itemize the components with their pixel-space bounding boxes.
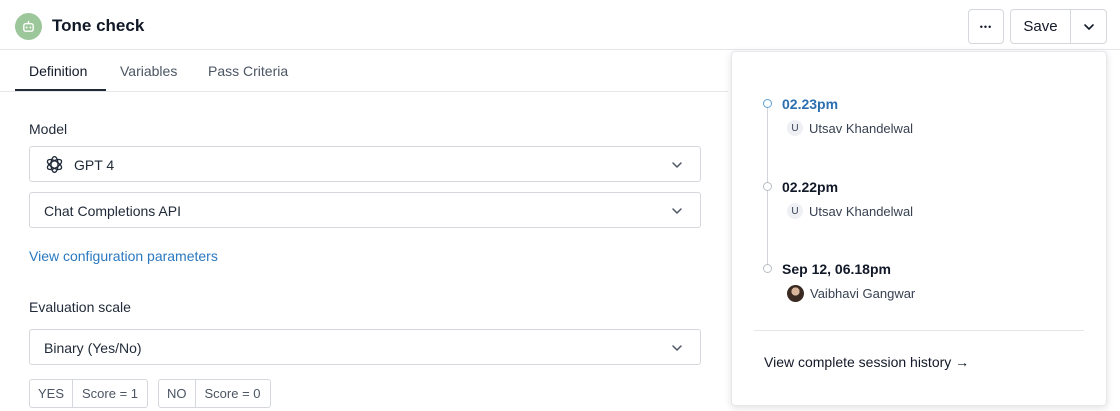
more-icon: •••: [979, 21, 993, 32]
save-button[interactable]: Save: [1011, 10, 1071, 43]
tab-pass-criteria[interactable]: Pass Criteria: [208, 63, 288, 79]
top-bar: Tone check ••• Save: [0, 0, 1120, 50]
session-history-popover: 02.23pm U Utsav Khandelwal 02.22pm U Uts…: [731, 51, 1107, 406]
timeline-dot: [763, 264, 772, 273]
avatar: [787, 285, 804, 302]
page-title: Tone check: [52, 16, 145, 35]
chevron-down-icon: [672, 208, 682, 214]
save-options-dropdown[interactable]: [1071, 10, 1106, 43]
chip-key: YES: [30, 380, 74, 407]
tab-definition[interactable]: Definition: [29, 63, 87, 79]
robot-icon: [15, 13, 42, 40]
chip-value: Score = 1: [82, 386, 139, 401]
more-options-button[interactable]: •••: [968, 9, 1004, 44]
history-entry-user: Vaibhavi Gangwar: [787, 285, 915, 302]
user-name: Vaibhavi Gangwar: [810, 286, 916, 301]
user-name: Utsav Khandelwal: [809, 120, 914, 136]
evaluation-scale-select[interactable]: Binary (Yes/No): [29, 329, 701, 365]
score-chip-no: NO Score = 0: [158, 379, 271, 408]
divider: [754, 330, 1084, 331]
tab-variables[interactable]: Variables: [120, 63, 177, 79]
chip-key: NO: [159, 380, 196, 407]
model-label: Model: [29, 121, 68, 137]
history-entry-time[interactable]: 02.23pm: [782, 96, 838, 112]
openai-icon: [46, 155, 63, 174]
active-tab-indicator: [15, 89, 106, 91]
score-chip-yes: YES Score = 1: [29, 379, 149, 408]
model-value: GPT 4: [74, 157, 115, 173]
timeline-dot: [763, 99, 772, 108]
api-select[interactable]: Chat Completions API: [29, 192, 701, 228]
view-session-history-link[interactable]: View complete session history →: [764, 354, 969, 370]
model-select[interactable]: GPT 4: [29, 146, 701, 182]
save-button-group: Save: [1010, 9, 1107, 44]
history-entry-user: U Utsav Khandelwal: [787, 120, 913, 136]
chevron-down-icon: [1083, 23, 1094, 30]
tab-bar: Definition Variables Pass Criteria: [0, 50, 728, 92]
evaluation-scale-value: Binary (Yes/No): [44, 340, 142, 356]
avatar: U: [787, 203, 803, 219]
evaluation-scale-label: Evaluation scale: [29, 299, 131, 315]
chevron-down-icon: [672, 162, 682, 168]
timeline-dot: [763, 182, 772, 191]
history-entry-time[interactable]: Sep 12, 06.18pm: [782, 261, 891, 277]
view-configuration-link[interactable]: View configuration parameters: [29, 248, 218, 264]
history-entry-time[interactable]: 02.22pm: [782, 179, 838, 195]
api-value: Chat Completions API: [44, 203, 181, 219]
chevron-down-icon: [672, 345, 682, 351]
history-entry-user: U Utsav Khandelwal: [787, 203, 913, 219]
avatar: U: [787, 120, 803, 136]
user-name: Utsav Khandelwal: [809, 203, 914, 219]
chip-value: Score = 0: [204, 386, 261, 401]
